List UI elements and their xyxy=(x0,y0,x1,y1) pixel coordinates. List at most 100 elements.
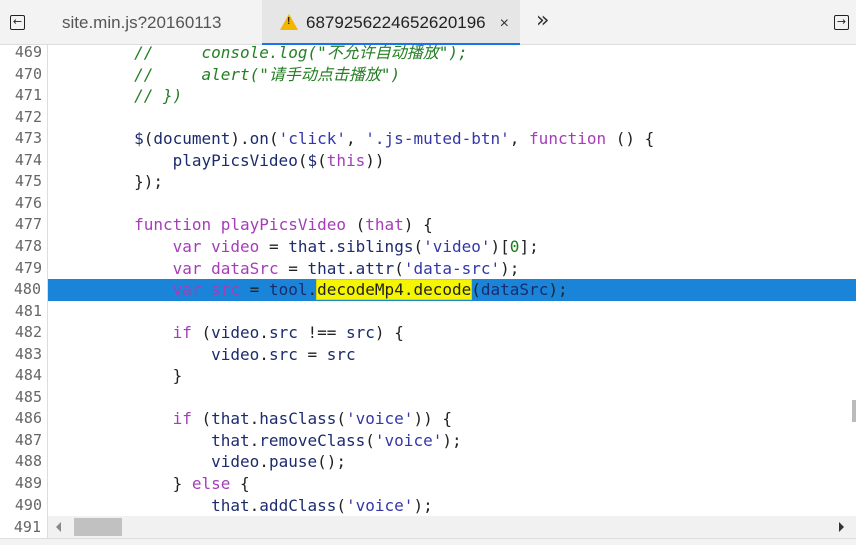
code-line[interactable]: 483 video.src = src xyxy=(0,344,856,366)
horizontal-scrollbar[interactable] xyxy=(48,516,856,538)
more-tabs-button[interactable]: » xyxy=(536,8,549,33)
code-line[interactable]: 477 function playPicsVideo (that) { xyxy=(0,214,856,236)
scrollbar-thumb[interactable] xyxy=(74,518,122,536)
code-line-current[interactable]: 480 var src = tool.decodeMp4.decode(data… xyxy=(0,279,856,301)
code-line[interactable]: 488 video.pause(); xyxy=(0,451,856,473)
code-token: 'voice' xyxy=(374,430,443,450)
code-token: !== xyxy=(297,323,347,343)
code-token: video xyxy=(211,323,260,343)
code-token: src xyxy=(268,344,298,364)
code-token: video xyxy=(211,452,260,472)
code-line[interactable]: 473 $(document).on('click', '.js-muted-b… xyxy=(0,128,856,150)
code-editor[interactable]: 469 // console.log("不允许自动播放"); 470 // ale… xyxy=(0,45,856,516)
code-line[interactable]: 469 // console.log("不允许自动播放"); xyxy=(0,45,856,64)
code-token: , xyxy=(509,129,530,149)
tab-site-min-js[interactable]: site.min.js?20160113 xyxy=(62,0,221,45)
code-text: that.removeClass('voice'); xyxy=(57,430,461,452)
code-token: src xyxy=(211,280,241,300)
code-line[interactable]: 472 xyxy=(0,107,856,129)
code-line[interactable]: 475 }); xyxy=(0,171,856,193)
code-token: hasClass xyxy=(259,409,337,429)
code-token: playPicsVideo xyxy=(172,150,298,170)
vertical-scrollbar-thumb[interactable] xyxy=(852,400,856,422)
toggle-navigator-button[interactable]: ← xyxy=(10,15,25,30)
line-number[interactable]: 473 xyxy=(0,128,42,150)
line-number[interactable]: 480 xyxy=(0,279,48,301)
code-token: video xyxy=(211,236,260,256)
line-number[interactable]: 485 xyxy=(0,387,42,409)
code-line[interactable]: 479 var dataSrc = that.attr('data-src'); xyxy=(0,258,856,280)
code-line[interactable]: 476 xyxy=(0,193,856,215)
line-number[interactable]: 469 xyxy=(0,45,42,64)
code-token: attr xyxy=(355,258,395,278)
code-text: var dataSrc = that.attr('data-src'); xyxy=(57,258,520,280)
status-bar xyxy=(0,538,856,545)
scroll-right-icon[interactable] xyxy=(839,522,844,532)
code-line[interactable]: 490 that.addClass('voice'); xyxy=(0,495,856,516)
code-token: addClass xyxy=(259,495,337,515)
code-line[interactable]: 478 var video = that.siblings('video')[0… xyxy=(0,236,856,258)
code-line[interactable]: 474 playPicsVideo($(this)) xyxy=(0,150,856,172)
code-line[interactable]: 481 xyxy=(0,301,856,323)
code-line[interactable]: 485 xyxy=(0,387,856,409)
close-tab-button[interactable]: × xyxy=(500,15,509,32)
code-token: function xyxy=(134,215,212,235)
code-text: // alert("请手动点击播放") xyxy=(57,64,400,86)
toggle-debugger-button[interactable]: → xyxy=(834,15,849,30)
code-line[interactable]: 471 // }) xyxy=(0,85,856,107)
code-token: () { xyxy=(606,129,655,149)
line-number[interactable]: 475 xyxy=(0,171,42,193)
line-number[interactable]: 483 xyxy=(0,344,42,366)
code-token: video xyxy=(211,344,260,364)
code-token: src xyxy=(346,323,375,343)
code-line[interactable]: 470 // alert("请手动点击播放") xyxy=(0,64,856,86)
line-number[interactable]: 479 xyxy=(0,258,42,280)
code-token: dataSrc xyxy=(211,258,279,278)
line-number[interactable]: 481 xyxy=(0,301,42,323)
code-token: 'click' xyxy=(278,129,347,149)
line-number[interactable]: 488 xyxy=(0,451,42,473)
code-line[interactable]: 484 } xyxy=(0,365,856,387)
code-token: . xyxy=(249,430,260,450)
scroll-left-icon[interactable] xyxy=(56,522,61,532)
code-token: ( xyxy=(336,495,346,515)
code-line[interactable]: 487 that.removeClass('voice'); xyxy=(0,430,856,452)
code-text: var src = tool.decodeMp4.decode(dataSrc)… xyxy=(57,279,568,301)
line-number[interactable]: 470 xyxy=(0,64,42,86)
line-number[interactable]: 471 xyxy=(0,85,42,107)
code-token: document xyxy=(153,129,231,149)
code-line[interactable]: 489 } else { xyxy=(0,473,856,495)
code-token: function xyxy=(529,129,607,149)
line-number[interactable]: 482 xyxy=(0,322,42,344)
code-line[interactable]: 482 if (video.src !== src) { xyxy=(0,322,856,344)
code-token: }); xyxy=(57,172,163,192)
line-number[interactable]: 474 xyxy=(0,150,42,172)
code-text: playPicsVideo($(this)) xyxy=(57,150,385,172)
code-token: } xyxy=(57,474,192,493)
line-number[interactable]: 484 xyxy=(0,365,42,387)
line-number[interactable]: 489 xyxy=(0,473,42,495)
code-token: ) { xyxy=(403,215,433,235)
code-token: this xyxy=(326,150,366,170)
code-token: = xyxy=(297,344,327,364)
tab-6879256224652620196[interactable]: 6879256224652620196 × xyxy=(262,0,520,45)
code-token: dataSrc xyxy=(480,280,549,300)
line-number[interactable]: 472 xyxy=(0,107,42,129)
code-token: src xyxy=(268,323,298,343)
line-number[interactable]: 490 xyxy=(0,495,42,516)
line-number[interactable]: 477 xyxy=(0,214,42,236)
code-token: ). xyxy=(230,129,250,149)
code-token: . xyxy=(259,452,269,472)
code-token: ( xyxy=(394,258,404,278)
line-number[interactable]: 476 xyxy=(0,193,42,215)
line-number[interactable]: 486 xyxy=(0,408,42,430)
line-number[interactable]: 487 xyxy=(0,430,42,452)
code-token: = xyxy=(259,236,289,256)
code-token: ( xyxy=(268,129,279,149)
line-number[interactable]: 478 xyxy=(0,236,42,258)
code-line[interactable]: 486 if (that.hasClass('voice')) { xyxy=(0,408,856,430)
